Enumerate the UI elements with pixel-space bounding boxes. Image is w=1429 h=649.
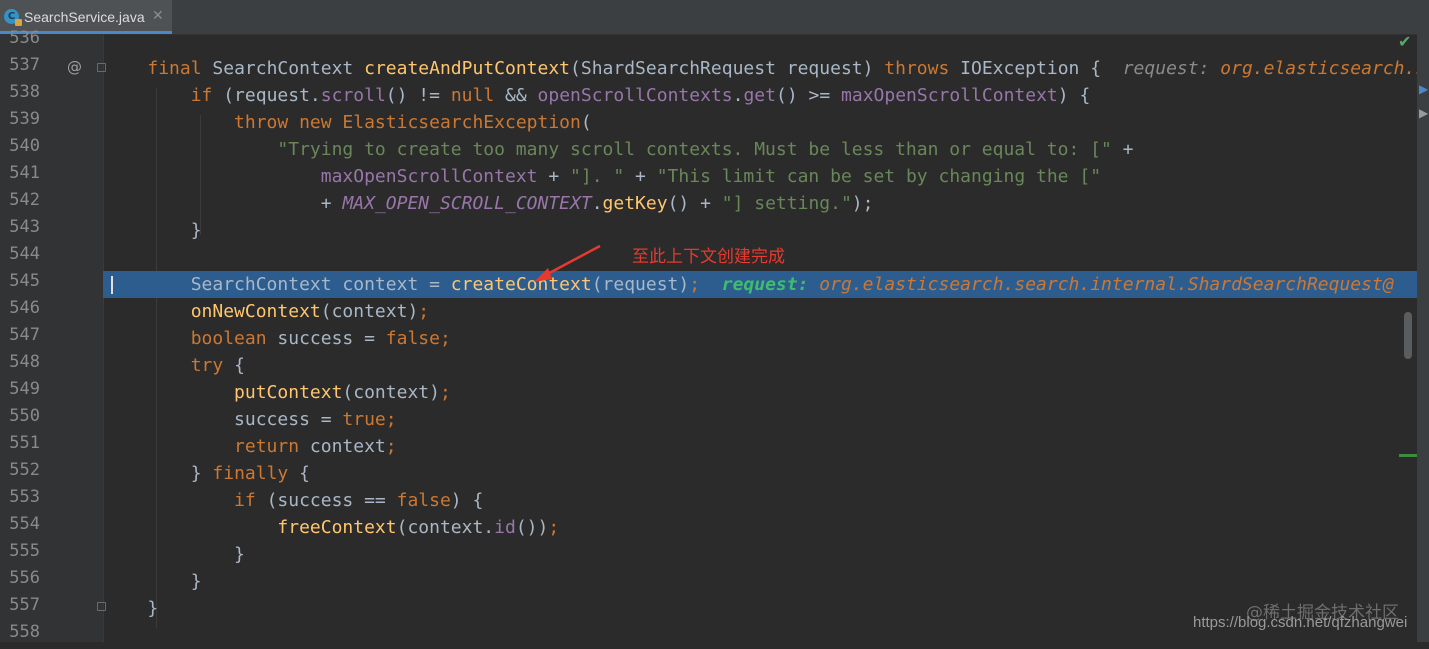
code-line-553: if (success == false) { (234, 490, 484, 511)
code-line-542: + MAX_OPEN_SCROLL_CONTEXT.getKey() + "] … (320, 193, 874, 214)
tab-label: SearchService.java (24, 9, 145, 25)
line-number: 553 (9, 487, 40, 507)
code-line-545-current: SearchContext context = createContext(re… (104, 271, 1417, 298)
close-icon[interactable]: ✕ (152, 8, 164, 24)
line-number: 536 (9, 28, 40, 48)
line-number: 546 (9, 298, 40, 318)
editor-tab-bar: C SearchService.java ✕ (0, 0, 1417, 35)
line-number: 552 (9, 460, 40, 480)
annotation-text: 至此上下文创建完成 (632, 247, 785, 267)
code-line-540: "Trying to create too many scroll contex… (277, 139, 1134, 160)
line-number: 539 (9, 109, 40, 129)
line-number: 541 (9, 163, 40, 183)
line-number: 554 (9, 514, 40, 534)
code-line-539: throw new ElasticsearchException( (234, 112, 592, 133)
line-number: 557 (9, 595, 40, 615)
current-line-gutter-edge (103, 271, 104, 298)
annotation-arrow (534, 244, 601, 282)
override-marker-icon[interactable]: @ (67, 58, 82, 76)
line-number: 555 (9, 541, 40, 561)
line-number: 550 (9, 406, 40, 426)
code-editor[interactable]: final SearchContext createAndPutContext(… (104, 34, 1417, 642)
play-marker-icon: ▶ (1419, 82, 1429, 96)
line-number: 544 (9, 244, 40, 264)
vertical-scrollbar[interactable] (1404, 312, 1412, 359)
code-line-541: maxOpenScrollContext + "]. " + "This lim… (320, 166, 1102, 187)
line-number: 551 (9, 433, 40, 453)
debug-value-label: request: (700, 274, 820, 295)
line-number: 537 (9, 55, 40, 75)
line-number: 540 (9, 136, 40, 156)
line-number: 547 (9, 325, 40, 345)
change-marker (1399, 454, 1417, 457)
code-line-556: } (190, 571, 202, 592)
line-number: 538 (9, 82, 40, 102)
line-number: 543 (9, 217, 40, 237)
code-line-551: return context; (234, 436, 397, 457)
code-line-547: boolean success = false; (190, 328, 451, 349)
code-line-543: } (190, 220, 202, 241)
debug-value: org.elasticsearch.search.internal.ShardS… (819, 274, 1394, 295)
text-caret (111, 276, 113, 294)
line-number: 558 (9, 622, 40, 642)
code-line-554: freeContext(context.id()); (277, 517, 560, 538)
analysis-ok-check-icon[interactable]: ✔ (1398, 32, 1411, 51)
code-line-549: putContext(context); (234, 382, 451, 403)
line-number: 542 (9, 190, 40, 210)
code-line-548: try { (190, 355, 245, 376)
watermark-url: https://blog.csdn.net/qfzhangwei (1193, 614, 1408, 631)
line-number: 548 (9, 352, 40, 372)
code-line-546: onNewContext(context); (190, 301, 430, 322)
code-line-552: } finally { (190, 463, 310, 484)
inline-hint-label: request: (1101, 58, 1221, 79)
line-number: 549 (9, 379, 40, 399)
right-tool-strip: ▶ ▶ (1417, 0, 1429, 642)
inline-hint-value: org.elasticsearch.search.internal.ShardS… (1220, 58, 1417, 79)
line-number: 545 (9, 271, 40, 291)
code-line-537: final SearchContext createAndPutContext(… (104, 55, 1417, 82)
java-class-icon: C (4, 9, 22, 26)
line-number: 556 (9, 568, 40, 588)
code-line-550: success = true; (234, 409, 397, 430)
code-line-538: if (request.scroll() != null && openScro… (190, 85, 1091, 106)
arrow-marker-icon: ▶ (1419, 106, 1429, 120)
code-line-555: } (234, 544, 245, 565)
